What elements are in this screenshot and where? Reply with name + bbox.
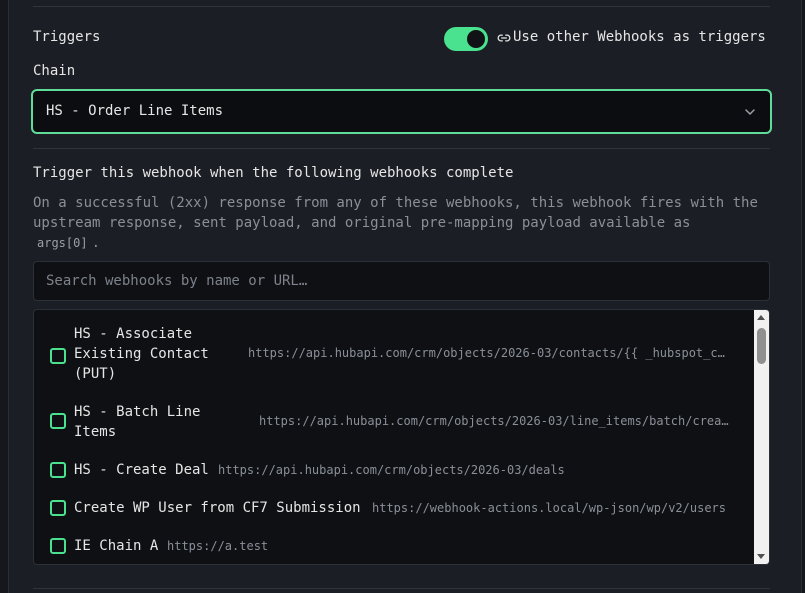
scrollbar-thumb[interactable]: [757, 328, 766, 364]
webhook-name: Create WP User from CF7 Submission: [74, 500, 361, 516]
list-item[interactable]: IE Chain A https://a.test: [34, 536, 754, 558]
webhook-name: HS - Associate Existing Contact (PUT): [74, 326, 209, 382]
use-other-webhooks-label[interactable]: Use other Webhooks as triggers: [513, 29, 766, 45]
webhook-url: https://api.hubapi.com/crm/objects/2026-…: [248, 346, 725, 360]
webhook-checkbox[interactable]: [50, 500, 66, 516]
list-scrollbar[interactable]: [754, 310, 769, 564]
webhook-name: HS - Create Deal: [74, 462, 209, 478]
triggers-heading: Triggers: [33, 29, 101, 45]
webhook-url: https://webhook-actions.local/wp-json/wp…: [372, 501, 727, 515]
divider: [33, 588, 770, 589]
help-text-suffix: .: [91, 235, 101, 251]
toggle-knob: [467, 30, 485, 48]
webhook-list: HS - Associate Existing Contact (PUT) ht…: [33, 309, 770, 565]
help-text: On a successful (2xx) response from any …: [33, 193, 778, 253]
scroll-down-arrow-icon[interactable]: [757, 554, 765, 559]
list-item[interactable]: HS - Create Deal https://api.hubapi.com/…: [34, 460, 754, 482]
link-icon: [497, 34, 511, 42]
scroll-up-arrow-icon[interactable]: [757, 315, 765, 320]
chevron-down-icon: [745, 109, 755, 115]
section-title: Trigger this webhook when the following …: [33, 165, 514, 181]
divider: [33, 148, 770, 149]
webhook-checkbox[interactable]: [50, 348, 66, 364]
divider: [33, 6, 770, 7]
list-item[interactable]: HS - Batch Line Items https://api.hubapi…: [34, 402, 754, 444]
use-other-webhooks-toggle[interactable]: [444, 27, 488, 51]
webhook-checkbox[interactable]: [50, 538, 66, 554]
list-item[interactable]: HS - Associate Existing Contact (PUT) ht…: [34, 324, 754, 386]
webhook-name: IE Chain A: [74, 538, 159, 554]
webhook-url: https://a.test: [167, 539, 269, 553]
args-code: args[0]: [37, 236, 88, 250]
webhook-checkbox[interactable]: [50, 413, 66, 429]
webhook-checkbox[interactable]: [50, 462, 66, 478]
webhook-url: https://api.hubapi.com/crm/objects/2026-…: [259, 414, 729, 428]
chain-label: Chain: [33, 63, 76, 79]
list-item[interactable]: Create WP User from CF7 Submission https…: [34, 498, 754, 520]
help-text-body: On a successful (2xx) response from any …: [33, 195, 758, 231]
chain-select[interactable]: HS - Order Line Items: [31, 89, 772, 134]
webhook-name: HS - Batch Line Items: [74, 404, 201, 440]
webhook-search-input[interactable]: [33, 261, 770, 301]
chain-select-value: HS - Order Line Items: [46, 103, 224, 119]
webhook-url: https://api.hubapi.com/crm/objects/2026-…: [218, 463, 565, 477]
